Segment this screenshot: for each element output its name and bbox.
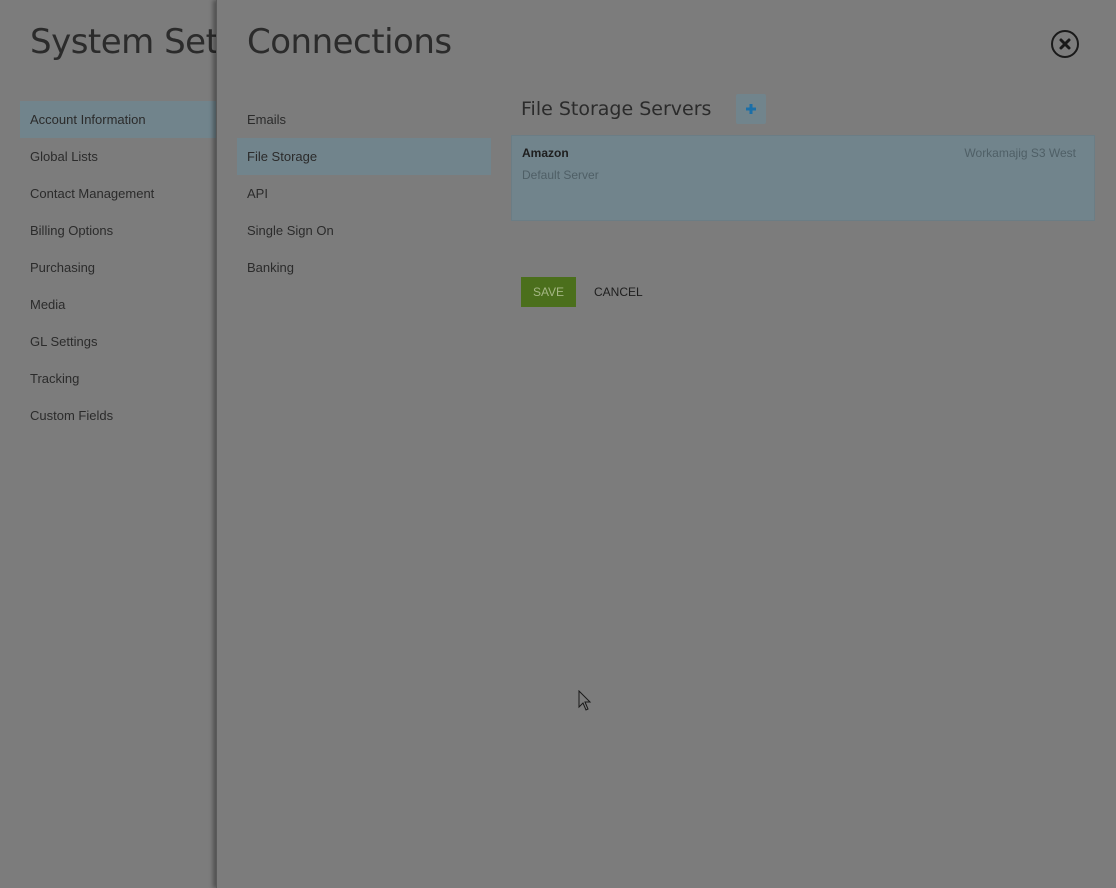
nav-item-tracking[interactable]: Tracking [20, 360, 216, 397]
nav-item-billing-options[interactable]: Billing Options [20, 212, 216, 249]
nav-item-gl-settings[interactable]: GL Settings [20, 323, 216, 360]
tab-api[interactable]: API [237, 175, 491, 212]
mouse-cursor-icon [578, 689, 592, 717]
server-name: Amazon [522, 146, 569, 160]
server-card[interactable]: Amazon Workamajig S3 West Default Server [511, 135, 1095, 221]
nav-item-global-lists[interactable]: Global Lists [20, 138, 216, 175]
nav-item-custom-fields[interactable]: Custom Fields [20, 397, 216, 434]
system-setup-title: System Setu [30, 22, 240, 62]
server-default-label: Default Server [522, 168, 599, 182]
nav-item-media[interactable]: Media [20, 286, 216, 323]
panel-title: Connections [247, 22, 452, 62]
nav-item-contact-management[interactable]: Contact Management [20, 175, 216, 212]
add-server-button[interactable] [736, 94, 767, 124]
nav-item-account-information[interactable]: Account Information [20, 101, 216, 138]
close-circle-icon [1059, 38, 1071, 50]
tab-banking[interactable]: Banking [237, 249, 491, 286]
cancel-button[interactable]: CANCEL [594, 277, 643, 307]
section-title: File Storage Servers [521, 98, 712, 120]
close-button[interactable] [1051, 30, 1079, 58]
section-header: File Storage Servers [521, 94, 767, 124]
save-button[interactable]: SAVE [521, 277, 576, 307]
tab-file-storage[interactable]: File Storage [237, 138, 491, 175]
connections-panel: Connections Emails File Storage API Sing… [216, 0, 1116, 888]
connections-nav: Emails File Storage API Single Sign On B… [237, 101, 491, 286]
nav-item-purchasing[interactable]: Purchasing [20, 249, 216, 286]
tab-emails[interactable]: Emails [237, 101, 491, 138]
system-setup-nav: Account Information Global Lists Contact… [20, 101, 216, 434]
tab-single-sign-on[interactable]: Single Sign On [237, 212, 491, 249]
server-region: Workamajig S3 West [964, 146, 1076, 160]
plus-icon [746, 104, 757, 114]
